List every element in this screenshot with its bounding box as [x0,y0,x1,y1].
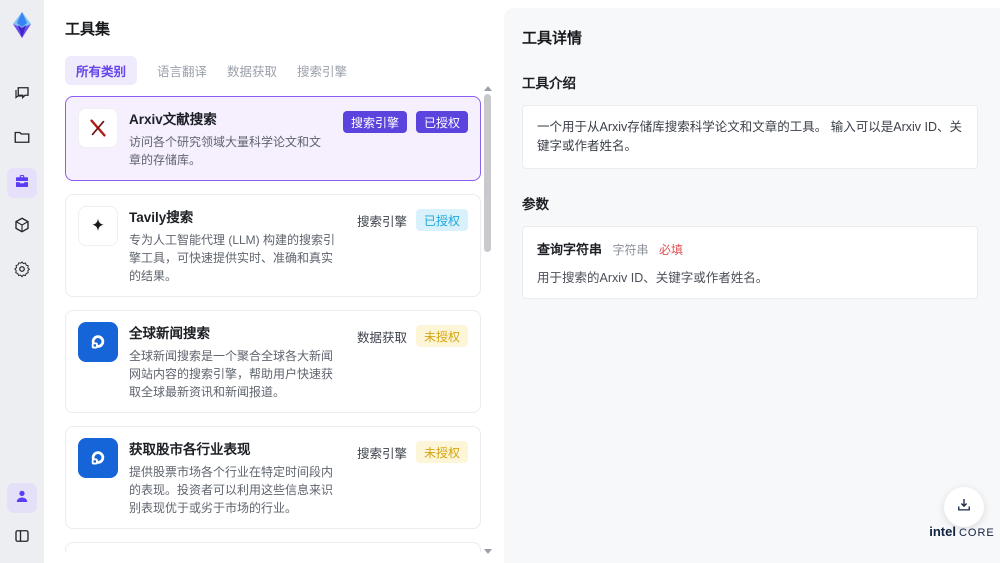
tool-card-global-news[interactable]: 全球新闻搜索 全球新闻搜索是一个聚合全球各大新闻网站内容的搜索引擎，帮助用户快速… [65,310,481,413]
params-section-title: 参数 [522,196,549,212]
page-title: 工具集 [65,21,111,38]
category-label: 数据获取 [356,331,407,345]
download-button[interactable] [944,487,984,527]
param-required-flag: 必填 [658,242,683,257]
param-description: 用于搜索的Arxiv ID、关键字或作者姓名。 [537,270,769,285]
download-icon [955,496,973,519]
tool-card-arxiv[interactable]: Arxiv文献搜索 访问各个研究领域大量科学论文和文章的存储库。 搜索引擎 已授… [65,96,481,181]
tab-language-translation[interactable]: 语言翻译 [157,56,207,85]
juhe-logo-icon [78,438,118,478]
sidebar-item-profile[interactable] [7,483,37,513]
intel-core-logo: intel CORE [926,523,998,541]
cube-icon [13,216,31,239]
intro-box: 一个用于从Arxiv存储库搜索科学论文和文章的工具。 输入可以是Arxiv ID… [522,105,978,169]
scrollbar-up-arrow[interactable] [484,86,492,91]
tab-search-engine[interactable]: 搜索引擎 [297,56,347,85]
sidebar-item-packages[interactable] [7,212,37,242]
brand-word-intel: intel [929,524,956,539]
user-icon [13,487,31,510]
brand-word-core: CORE [958,527,995,539]
chat-icon [13,84,31,107]
list-scrollbar[interactable] [483,86,493,554]
intro-section-title: 工具介绍 [522,76,576,91]
category-label: 搜索引擎 [356,447,407,461]
tool-name: 获取股市各行业表现 [129,442,251,457]
tool-description: 全球新闻搜索是一个聚合全球各大新闻网站内容的搜索引擎，帮助用户快速获取全球最新资… [129,349,334,399]
tool-card-sector-performance[interactable]: 获取股市各行业表现 提供股票市场各个行业在特定时间段内的表现。投资者可以利用这些… [65,426,481,529]
arxiv-logo-icon [78,108,118,148]
status-badge: 未授权 [415,325,468,347]
tool-name: Tavily搜索 [129,210,194,225]
tool-description: 提供股票市场各个行业在特定时间段内的表现。投资者可以利用这些信息来识别表现优于或… [129,465,334,515]
tool-name: Arxiv文献搜索 [129,112,217,127]
sidebar-item-collapse[interactable] [7,523,37,553]
tab-all-categories[interactable]: 所有类别 [65,56,138,85]
settings-icon [13,260,31,283]
sidebar-item-files[interactable] [7,124,37,154]
scrollbar-down-arrow[interactable] [484,549,492,554]
sidebar-item-chat[interactable] [7,80,37,110]
status-badge: 已授权 [415,209,468,231]
intro-text: 一个用于从Arxiv存储库搜索科学论文和文章的工具。 输入可以是Arxiv ID… [537,120,963,153]
layout-columns-icon [13,527,31,550]
left-rail [0,0,44,563]
tool-description: 专为人工智能代理 (LLM) 构建的搜索引擎工具，可快速提供实时、准确和真实的结… [129,233,336,283]
toolbox-icon [13,172,31,195]
tool-list-panel: 工具集 所有类别 语言翻译 数据获取 搜索引擎 Arxiv文献搜索 访问各个研究… [44,0,504,563]
app-logo-icon [7,10,37,40]
sidebar-item-toolbox[interactable] [7,168,37,198]
tab-data-acquisition[interactable]: 数据获取 [227,56,277,85]
folder-icon [13,128,31,151]
scrollbar-thumb[interactable] [484,94,491,252]
param-type: 字符串 [612,242,649,257]
tool-name: 全球新闻搜索 [129,326,210,341]
tool-card-most-active-stocks[interactable]: 获取市场最活跃股票信息 提供当天交易量最高的股票列表，投资者可以利用这些信息来识… [65,542,481,552]
detail-title: 工具详情 [522,30,583,47]
tool-card-tavily[interactable]: Tavily搜索 专为人工智能代理 (LLM) 构建的搜索引擎工具，可快速提供实… [65,194,481,297]
param-name: 查询字符串 [537,241,603,257]
tool-detail-panel: 工具详情 工具介绍 一个用于从Arxiv存储库搜索科学论文和文章的工具。 输入可… [504,8,1000,563]
tool-list: Arxiv文献搜索 访问各个研究领域大量科学论文和文章的存储库。 搜索引擎 已授… [65,96,481,552]
sparkle-icon [78,206,118,246]
juhe-logo-icon [78,322,118,362]
status-badge: 未授权 [415,441,468,463]
app-window: 工具集 所有类别 语言翻译 数据获取 搜索引擎 Arxiv文献搜索 访问各个研究… [0,0,1000,563]
status-badge: 已授权 [415,111,468,133]
param-box: 查询字符串 字符串 必填 用于搜索的Arxiv ID、关键字或作者姓名。 [522,225,978,299]
tool-description: 访问各个研究领域大量科学论文和文章的存储库。 [129,135,322,167]
category-tabs: 所有类别 语言翻译 数据获取 搜索引擎 [65,56,504,85]
category-badge: 搜索引擎 [342,111,407,133]
sidebar-item-settings[interactable] [7,256,37,286]
category-label: 搜索引擎 [356,215,407,229]
